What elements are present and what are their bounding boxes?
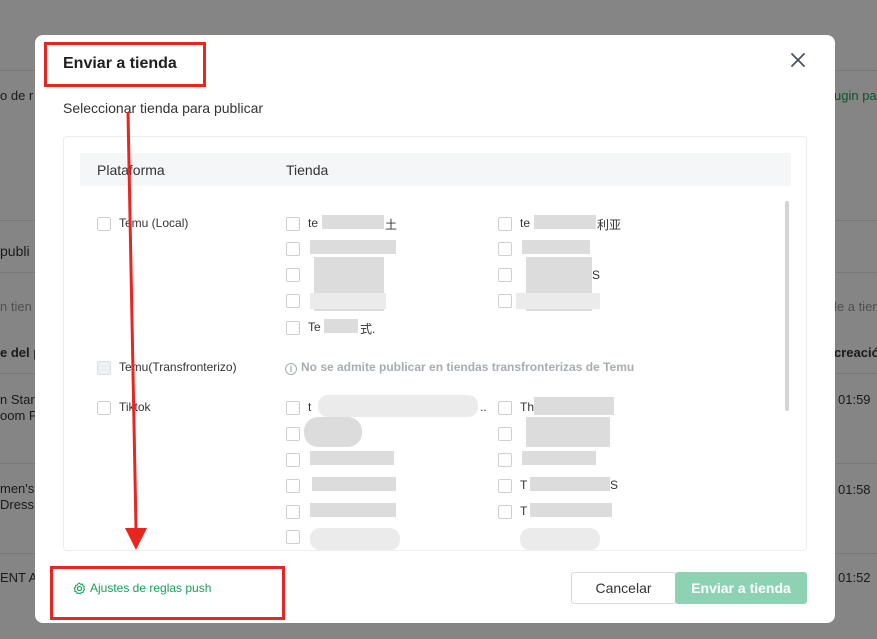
store-label: 利亚	[597, 218, 622, 232]
store-label: S	[610, 478, 619, 492]
redacted-store-name	[534, 215, 596, 229]
redacted-store-name	[310, 293, 386, 309]
panel-scrollbar[interactable]	[785, 201, 789, 411]
store-checkbox[interactable]	[498, 453, 512, 467]
platform-checkbox-temu-local[interactable]	[97, 217, 111, 231]
store-checkbox[interactable]	[498, 217, 512, 231]
store-checkbox[interactable]	[498, 505, 512, 519]
store-checkbox[interactable]	[286, 294, 300, 308]
annotation-footer-box	[50, 566, 285, 620]
redacted-store-name	[310, 451, 394, 465]
close-icon[interactable]	[787, 49, 809, 71]
store-checkbox[interactable]	[498, 242, 512, 256]
cancel-button[interactable]: Cancelar	[571, 572, 676, 604]
store-label: ..	[480, 400, 487, 414]
store-label: te	[520, 216, 531, 230]
redacted-store-name	[310, 240, 396, 254]
send-to-store-dialog: Enviar a tienda Seleccionar tienda para …	[35, 35, 835, 623]
store-checkbox[interactable]	[498, 427, 512, 441]
redacted-store-name	[322, 215, 384, 229]
store-checkbox[interactable]	[498, 479, 512, 493]
redacted-store-name	[312, 477, 396, 491]
redacted-store-name	[530, 477, 610, 491]
table-header: Plataforma Tienda	[80, 153, 791, 186]
store-label: t	[308, 400, 312, 414]
redacted-store-name	[310, 528, 400, 550]
temu-cross-hint: i No se admite publicar en tiendas transf…	[285, 360, 634, 375]
redacted-store-name	[526, 417, 610, 447]
platform-label: Tiktok	[119, 400, 151, 414]
redacted-store-name	[324, 319, 358, 333]
annotation-title-box	[44, 42, 206, 87]
send-to-store-button[interactable]: Enviar a tienda	[675, 572, 807, 604]
column-platform: Plataforma	[97, 162, 165, 178]
store-checkbox[interactable]	[286, 321, 300, 335]
redacted-store-name	[522, 240, 590, 254]
column-store: Tienda	[286, 162, 329, 178]
store-label: T	[520, 478, 528, 492]
store-checkbox[interactable]	[286, 401, 300, 415]
redacted-store-name	[520, 528, 600, 550]
store-checkbox[interactable]	[498, 294, 512, 308]
store-checkbox[interactable]	[286, 479, 300, 493]
store-label: Th	[520, 400, 535, 414]
store-label: T	[520, 504, 528, 518]
redacted-store-name	[530, 503, 612, 517]
store-label: Te	[308, 320, 321, 334]
store-label: 式.	[360, 322, 376, 336]
hint-text: No se admite publicar en tiendas transfr…	[301, 360, 635, 374]
store-checkbox[interactable]	[286, 453, 300, 467]
platform-checkbox-tiktok[interactable]	[97, 401, 111, 415]
store-label: S	[592, 268, 601, 282]
info-icon: i	[285, 363, 297, 375]
store-checkbox[interactable]	[286, 242, 300, 256]
platform-label: Temu (Local)	[119, 216, 189, 230]
redacted-store-name	[516, 293, 600, 309]
platform-label: Temu(Transfronterizo)	[119, 360, 237, 374]
dialog-subtitle: Seleccionar tienda para publicar	[63, 100, 264, 116]
store-checkbox[interactable]	[498, 268, 512, 282]
redacted-store-name	[310, 503, 396, 517]
redacted-store-name	[534, 397, 614, 415]
store-checkbox[interactable]	[286, 268, 300, 282]
store-checkbox[interactable]	[286, 217, 300, 231]
store-checkbox[interactable]	[286, 427, 300, 441]
store-label: 土	[385, 218, 398, 232]
store-checkbox[interactable]	[498, 401, 512, 415]
platform-checkbox-temu-cross	[97, 361, 111, 375]
store-label: te	[308, 216, 319, 230]
store-checkbox[interactable]	[286, 530, 300, 544]
redacted-store-name	[522, 451, 596, 465]
store-selection-panel: Plataforma Tienda Temu (Local) te 土 te 利…	[63, 136, 807, 551]
redacted-store-name	[304, 417, 362, 447]
store-checkbox[interactable]	[286, 505, 300, 519]
redacted-store-name	[318, 395, 478, 417]
